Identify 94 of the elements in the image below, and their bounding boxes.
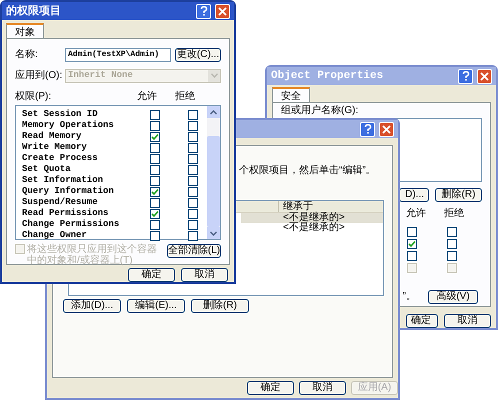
- column-header: 允许: [406, 206, 426, 221]
- chevron-down-icon: [210, 73, 218, 78]
- checkbox[interactable]: [150, 120, 160, 130]
- dialog-button[interactable]: 编辑(E)...: [127, 299, 185, 313]
- close-icon: [218, 6, 227, 16]
- checkbox[interactable]: [188, 220, 198, 230]
- checkbox[interactable]: [447, 251, 457, 261]
- checkbox[interactable]: [447, 227, 457, 237]
- field-label: 组或用户名称(G):: [281, 105, 358, 117]
- checkbox[interactable]: [188, 164, 198, 174]
- chevron-up-icon: [210, 110, 217, 114]
- permission-name: Create Process: [22, 152, 99, 165]
- column-header: 拒绝: [444, 206, 464, 221]
- instruction-text: 个权限项目，然后单击“编辑”。: [239, 164, 376, 178]
- help-icon: [364, 124, 372, 134]
- checkbox[interactable]: [150, 154, 160, 164]
- checkbox[interactable]: [150, 186, 160, 196]
- checkbox[interactable]: [188, 132, 198, 142]
- column-header: 允许: [137, 90, 158, 104]
- dialog-button[interactable]: 确定: [128, 268, 175, 282]
- dialog-button[interactable]: 更改(C)...: [175, 48, 221, 62]
- checkbox[interactable]: [188, 230, 198, 240]
- name-field[interactable]: Admin(TestXP\Admin): [65, 48, 171, 62]
- permission-name: Change Permissions: [22, 218, 120, 230]
- close-icon: [382, 124, 391, 134]
- help-button[interactable]: [458, 68, 473, 84]
- checkbox[interactable]: [150, 208, 160, 218]
- close-icon: [480, 72, 489, 80]
- checkbox[interactable]: [447, 239, 457, 249]
- checkbox[interactable]: [150, 132, 160, 142]
- help-button[interactable]: [196, 4, 211, 18]
- scroll-up-button[interactable]: [207, 106, 220, 118]
- close-button[interactable]: [215, 4, 230, 18]
- tab[interactable]: 安全: [272, 87, 310, 102]
- checkbox[interactable]: [188, 120, 198, 130]
- checkbox[interactable]: [150, 164, 160, 174]
- dialog-button[interactable]: 确定: [406, 314, 438, 328]
- tab[interactable]: 对象: [6, 23, 44, 38]
- field-label: 名称:: [15, 48, 39, 62]
- dialog-button[interactable]: 取消: [444, 314, 491, 328]
- permission-name: Suspend/Resume: [22, 196, 99, 208]
- window-title: Object Properties: [271, 68, 384, 84]
- help-button[interactable]: [360, 122, 375, 136]
- permission-name: Set Session ID: [22, 108, 99, 120]
- permission-name: Set Information: [22, 174, 104, 186]
- checkbox[interactable]: [188, 154, 198, 164]
- dialog-button[interactable]: 全部清除(L): [167, 244, 221, 258]
- help-icon: [200, 6, 208, 16]
- table-row[interactable]: <不是继承的>: [241, 213, 383, 223]
- scroll-thumb[interactable]: [207, 136, 220, 227]
- checkbox-label: 将这些权限只应用到这个容器中的对象和/或容器上(T): [27, 244, 158, 266]
- dialog-button[interactable]: 确定: [247, 381, 294, 395]
- checkbox[interactable]: [150, 230, 160, 240]
- sentence-fragment: ”。: [402, 290, 416, 304]
- checkbox[interactable]: [188, 186, 198, 196]
- dialog-button[interactable]: 添加(D)...: [63, 299, 121, 313]
- permission-name: Read Permissions: [22, 206, 110, 220]
- scrollbar[interactable]: [207, 106, 220, 239]
- permission-name: Write Memory: [22, 140, 88, 154]
- close-button[interactable]: [379, 122, 394, 136]
- checkbox[interactable]: [188, 208, 198, 218]
- checkbox[interactable]: [407, 251, 417, 261]
- chevron-down-icon: [210, 230, 217, 236]
- checkbox[interactable]: [407, 227, 417, 237]
- dialog-button[interactable]: D)...: [399, 188, 429, 202]
- checkbox[interactable]: [188, 198, 198, 208]
- checkbox[interactable]: [150, 176, 160, 186]
- checkbox[interactable]: [150, 110, 160, 120]
- window-title: 的权限项目: [6, 4, 62, 19]
- close-button[interactable]: [477, 68, 492, 84]
- column-header: 继承于: [282, 201, 313, 212]
- scroll-down-button[interactable]: [207, 227, 220, 239]
- permission-name: Set Quota: [22, 162, 72, 175]
- checkbox[interactable]: [150, 198, 160, 208]
- field-label: 权限(P):: [15, 90, 52, 104]
- help-icon: [462, 71, 470, 81]
- dialog-button[interactable]: 取消: [299, 381, 346, 395]
- dialog-button[interactable]: 删除(R): [435, 188, 482, 202]
- dialog-button[interactable]: 取消: [181, 268, 228, 282]
- permission-name: Read Memory: [22, 130, 82, 142]
- permission-name: Change Owner: [22, 228, 88, 242]
- checkbox[interactable]: [188, 110, 198, 120]
- checkbox[interactable]: [188, 142, 198, 152]
- table-row[interactable]: <不是继承的>: [241, 223, 383, 233]
- checkbox[interactable]: [150, 220, 160, 230]
- column-header: 拒绝: [175, 90, 196, 104]
- checkbox[interactable]: [150, 142, 160, 152]
- checkbox[interactable]: [407, 239, 417, 249]
- permission-name: Query Information: [22, 184, 115, 198]
- checkbox[interactable]: [188, 176, 198, 186]
- field-label: 应用到(O):: [15, 68, 64, 83]
- dialog-button[interactable]: 删除(R): [191, 299, 249, 313]
- permission-name: Memory Operations: [22, 118, 115, 132]
- dialog-button[interactable]: 高级(V): [428, 290, 478, 304]
